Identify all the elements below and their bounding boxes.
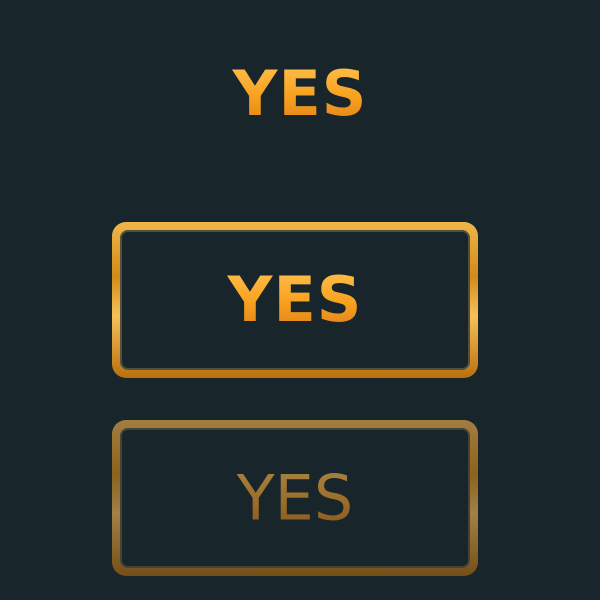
yes-button-label: YES — [112, 269, 478, 331]
yes-button-states-panel: YES YES YES — [0, 0, 600, 600]
yes-text-label: YES — [0, 63, 600, 125]
yes-button-dimmed-label: YES — [112, 462, 478, 535]
yes-button[interactable]: YES — [112, 222, 478, 378]
yes-button-dimmed[interactable]: YES — [112, 420, 478, 576]
